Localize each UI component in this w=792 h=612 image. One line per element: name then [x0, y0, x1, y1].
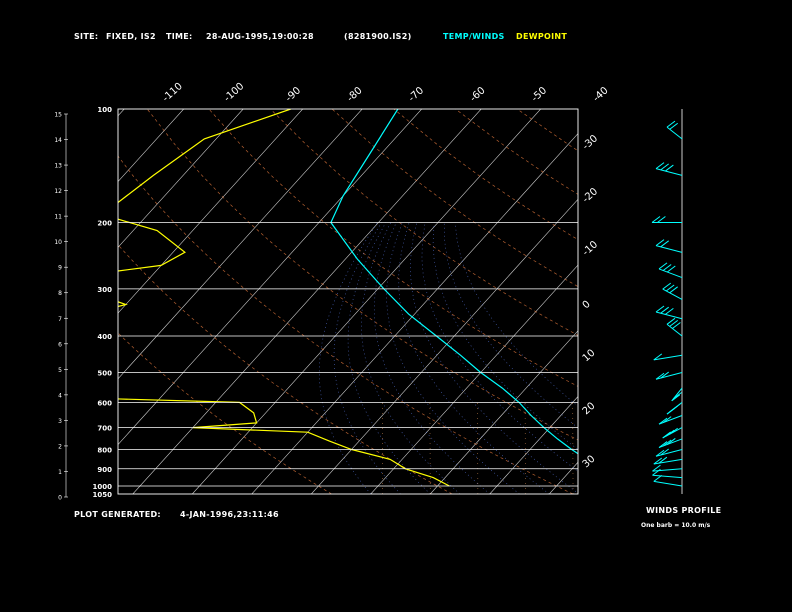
- isotherm-line: [118, 109, 184, 183]
- pressure-tick-label: 100: [97, 106, 112, 114]
- height-tick-label: 14: [54, 137, 62, 144]
- pressure-tick-label: 200: [97, 219, 112, 227]
- moist-adiabat-line: [421, 222, 578, 472]
- height-tick-label: 0: [58, 495, 62, 502]
- dry-adiabat-line: [208, 109, 578, 387]
- dry-adiabat-line: [579, 109, 792, 494]
- isotherm-line: [311, 198, 578, 494]
- dry-adiabat-line: [331, 109, 578, 287]
- right-temp-tick-label: 20: [581, 401, 598, 418]
- height-tick-label: 1: [58, 469, 62, 476]
- height-tick-label: 10: [54, 239, 62, 246]
- dry-adiabat-line: [118, 155, 574, 494]
- pressure-tick-label: 1000: [93, 483, 113, 491]
- dry-adiabat-line: [270, 109, 578, 336]
- wind-barb-staff: [652, 474, 683, 479]
- dewpoint-line: [118, 109, 450, 487]
- plot-frame: [117, 108, 579, 495]
- top-temp-tick-label: -110: [161, 81, 185, 104]
- top-temp-tick-label: -40: [591, 85, 611, 104]
- top-temp-tick-label: -50: [530, 85, 550, 104]
- plot-area: [0, 109, 792, 494]
- top-temp-tick-label: -70: [407, 85, 427, 104]
- right-temp-tick-label: 0: [581, 299, 593, 311]
- wind-barb-staff: [666, 323, 683, 337]
- pressure-tick-label: 800: [97, 446, 112, 454]
- height-tick-label: 15: [54, 112, 62, 119]
- wind-barb-staff: [653, 458, 683, 465]
- height-tick-label: 3: [58, 418, 62, 425]
- isotherm-line: [668, 109, 792, 494]
- wind-barb-flag: [672, 403, 681, 411]
- top-temp-tick-label: -100: [222, 81, 246, 104]
- isotherm-line: [192, 109, 541, 494]
- isotherm-line: [609, 109, 792, 494]
- right-temp-tick-label: 10: [581, 348, 598, 365]
- wind-barb-flag: [662, 431, 672, 439]
- height-tick-label: 5: [58, 367, 62, 374]
- isotherm-line: [118, 109, 125, 117]
- wind-barb-staff: [671, 387, 683, 402]
- dry-adiabat-line: [393, 109, 578, 241]
- height-tick-label: 12: [54, 188, 62, 195]
- right-temp-tick-label: -20: [581, 186, 601, 205]
- wind-barb-staff: [653, 354, 683, 361]
- height-tick-label: 6: [58, 341, 62, 348]
- skewt-chart: 1002003004005006007008009001000105015141…: [0, 81, 792, 502]
- isotherm-line: [430, 330, 578, 494]
- height-tick-label: 9: [58, 265, 62, 272]
- wind-barb-staff: [655, 245, 683, 253]
- pressure-tick-label: 300: [97, 286, 112, 294]
- isotherm-line: [0, 109, 5, 494]
- isotherm-line: [489, 396, 578, 494]
- height-tick-label: 4: [58, 392, 62, 399]
- wind-barb-flag: [669, 427, 678, 435]
- wind-barb-flag: [653, 474, 663, 482]
- dry-adiabat-line: [118, 244, 453, 494]
- right-temp-tick-label: -30: [581, 133, 601, 152]
- dry-adiabat-line: [146, 109, 578, 441]
- wind-barb-staff: [655, 168, 683, 176]
- top-temp-tick-label: -90: [284, 85, 304, 104]
- isotherm-line: [118, 109, 244, 248]
- pressure-tick-label: 900: [97, 466, 112, 474]
- wind-barb-flag: [665, 429, 675, 437]
- wind-barb-staff: [655, 311, 683, 320]
- pressure-tick-label: 600: [97, 399, 112, 407]
- isotherm-line: [118, 109, 303, 314]
- moist-adiabat-line: [373, 222, 490, 494]
- moist-adiabat-line: [410, 222, 578, 494]
- pressure-tick-label: 700: [97, 425, 112, 433]
- pressure-tick-label: 1050: [93, 491, 113, 499]
- top-temp-tick-label: -60: [468, 85, 488, 104]
- pressure-tick-label: 400: [97, 333, 112, 341]
- height-tick-label: 8: [58, 290, 62, 297]
- isotherm-line: [728, 109, 792, 494]
- wind-barb-staff: [666, 126, 683, 140]
- wind-barb-staff: [652, 468, 683, 472]
- pressure-tick-label: 500: [97, 370, 112, 378]
- height-tick-label: 13: [54, 163, 62, 170]
- isotherm-line: [132, 109, 482, 494]
- isotherm-line: [118, 109, 422, 446]
- dry-adiabat-line: [455, 109, 578, 195]
- dry-adiabat-line: [516, 109, 578, 152]
- height-tick-label: 2: [58, 443, 62, 450]
- height-tick-label: 11: [54, 214, 62, 221]
- height-tick-label: 7: [58, 316, 62, 323]
- isotherm-line: [787, 109, 792, 494]
- isotherm-line: [251, 133, 578, 494]
- wind-barb-staff: [653, 480, 683, 487]
- right-temp-tick-label: -10: [581, 239, 601, 258]
- right-temp-tick-label: 30: [581, 454, 598, 471]
- top-temp-tick-label: -80: [345, 85, 365, 104]
